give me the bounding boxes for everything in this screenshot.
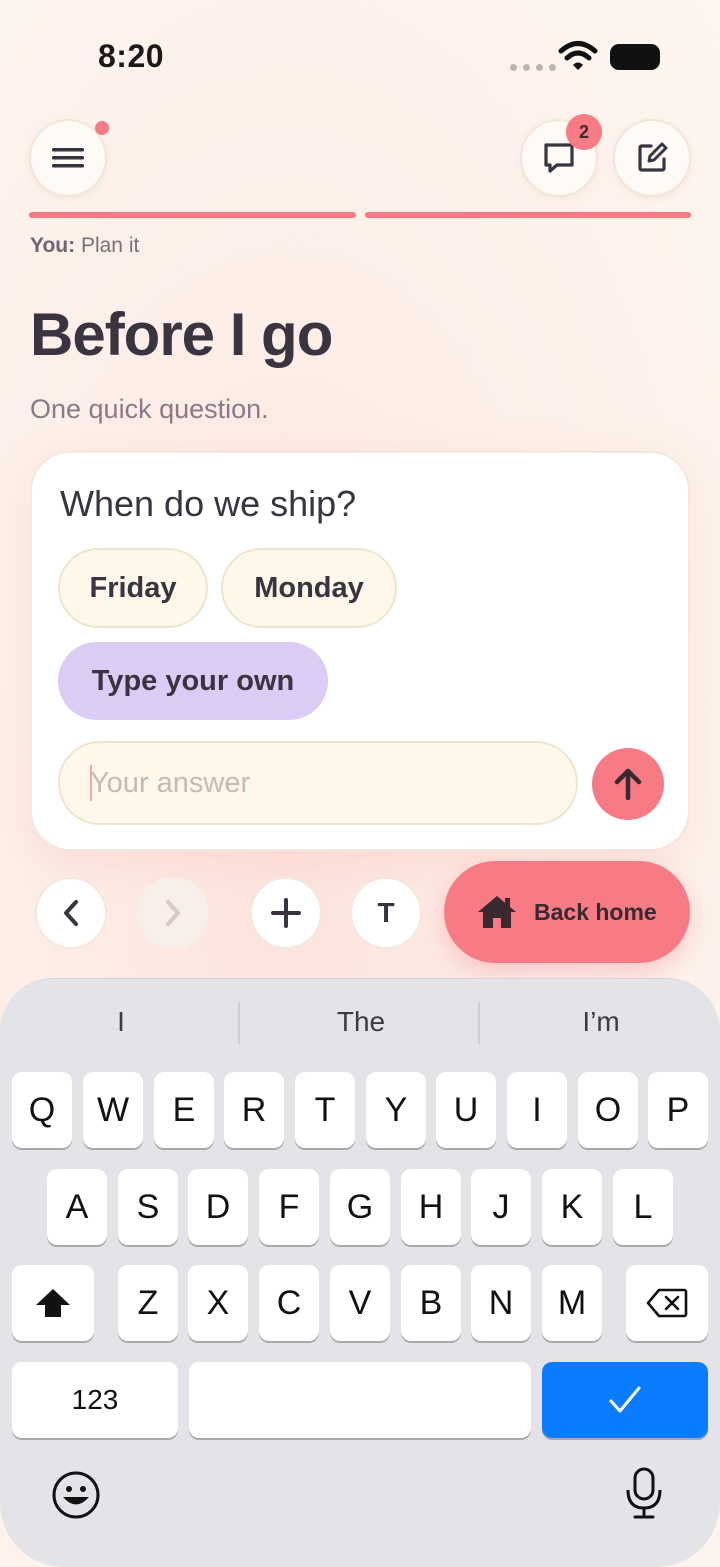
compose-button[interactable] (613, 119, 691, 197)
key-u[interactable]: U (436, 1072, 496, 1148)
breadcrumb-text: Plan it (80, 234, 140, 257)
wifi-icon (558, 41, 598, 70)
shift-key[interactable] (12, 1265, 94, 1341)
menu-notification-dot (95, 121, 109, 135)
edit-icon (638, 142, 668, 172)
key-k[interactable]: K (542, 1169, 602, 1245)
key-v[interactable]: V (330, 1265, 390, 1341)
key-m[interactable]: M (542, 1265, 602, 1341)
key-d[interactable]: D (188, 1169, 248, 1245)
key-t[interactable]: T (295, 1072, 355, 1148)
breadcrumb-prefix: You: (30, 234, 76, 257)
page-title: Before I go (30, 301, 333, 368)
key-x[interactable]: X (188, 1265, 248, 1341)
emoji-button[interactable] (51, 1470, 101, 1525)
menu-icon (52, 148, 84, 168)
key-y[interactable]: Y (366, 1072, 426, 1148)
option-chip-monday[interactable]: Monday (221, 548, 397, 628)
checkmark-icon (609, 1386, 641, 1413)
back-button[interactable] (35, 877, 107, 949)
suggestion-2[interactable]: The (242, 1006, 480, 1038)
suggestion-divider (478, 1002, 480, 1044)
key-b[interactable]: B (401, 1265, 461, 1341)
page-subtitle: One quick question. (30, 394, 269, 424)
arrow-up-icon (614, 768, 642, 800)
custom-answer-chip[interactable]: Type your own (58, 642, 328, 720)
forward-button[interactable] (137, 877, 209, 949)
space-key[interactable] (189, 1362, 531, 1438)
back-home-button[interactable]: Back home (444, 861, 690, 963)
progress-segment-2 (365, 212, 691, 218)
key-i[interactable]: I (507, 1072, 567, 1148)
emoji-icon (52, 1471, 100, 1519)
suggestion-1[interactable]: I (2, 1006, 240, 1038)
progress-segment-1 (29, 212, 356, 218)
backspace-icon (646, 1288, 688, 1318)
key-c[interactable]: C (259, 1265, 319, 1341)
home-icon (478, 896, 516, 928)
key-q[interactable]: Q (12, 1072, 72, 1148)
key-g[interactable]: G (330, 1169, 390, 1245)
chevron-left-icon (64, 900, 78, 926)
option-chip-friday[interactable]: Friday (58, 548, 208, 628)
key-w[interactable]: W (83, 1072, 143, 1148)
key-j[interactable]: J (471, 1169, 531, 1245)
status-time: 8:20 (98, 38, 165, 74)
key-p[interactable]: P (648, 1072, 708, 1148)
answer-input[interactable] (58, 741, 578, 825)
done-key[interactable] (542, 1362, 708, 1438)
key-h[interactable]: H (401, 1169, 461, 1245)
key-o[interactable]: O (578, 1072, 638, 1148)
question-text: When do we ship? (60, 483, 357, 524)
messages-badge: 2 (566, 114, 602, 150)
send-answer-button[interactable] (592, 748, 664, 820)
chevron-right-icon (166, 900, 180, 926)
key-a[interactable]: A (47, 1169, 107, 1245)
question-card: When do we ship? Friday Monday Type your… (30, 451, 690, 851)
signal-dots-icon (510, 64, 556, 71)
key-e[interactable]: E (154, 1072, 214, 1148)
numbers-key[interactable]: 123 (12, 1362, 178, 1438)
key-f[interactable]: F (259, 1169, 319, 1245)
suggestion-divider (238, 1002, 240, 1044)
breadcrumb: You: Plan it (30, 234, 139, 258)
dictation-button[interactable] (624, 1466, 664, 1525)
plus-icon (271, 898, 301, 928)
key-s[interactable]: S (118, 1169, 178, 1245)
key-r[interactable]: R (224, 1072, 284, 1148)
add-button[interactable] (250, 877, 322, 949)
key-l[interactable]: L (613, 1169, 673, 1245)
back-home-label: Back home (534, 898, 657, 925)
shift-icon (36, 1289, 70, 1317)
backspace-key[interactable] (626, 1265, 708, 1341)
text-format-button[interactable]: T (350, 877, 422, 949)
suggestion-3[interactable]: I’m (482, 1006, 720, 1038)
microphone-icon (626, 1467, 662, 1519)
text-caret (90, 765, 92, 801)
battery-icon (610, 44, 660, 70)
key-z[interactable]: Z (118, 1265, 178, 1341)
key-n[interactable]: N (471, 1265, 531, 1341)
